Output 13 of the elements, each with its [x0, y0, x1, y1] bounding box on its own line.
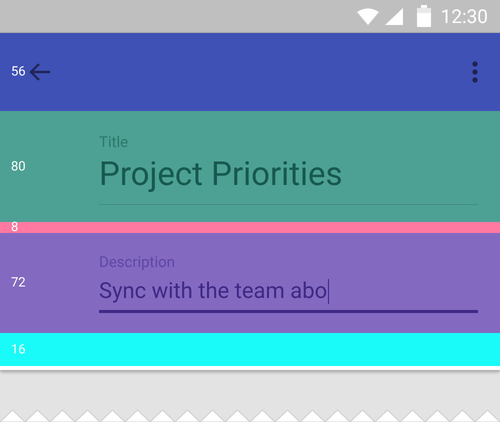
wifi-icon — [356, 8, 379, 24]
measure-label: 8 — [11, 222, 18, 233]
measure-label: 16 — [11, 342, 26, 357]
clock-time: 12:30 — [440, 4, 488, 28]
measure-label: 80 — [11, 159, 26, 174]
title-input[interactable]: Project Priorities — [99, 154, 478, 204]
description-input[interactable]: Sync with the team abo — [99, 279, 478, 313]
battery-icon — [416, 5, 431, 27]
measure-label: 56 — [11, 64, 26, 80]
measure-label: 72 — [11, 276, 26, 290]
signal-icon — [384, 8, 403, 24]
more-menu-icon[interactable] — [472, 61, 478, 83]
text-cursor — [328, 279, 330, 304]
